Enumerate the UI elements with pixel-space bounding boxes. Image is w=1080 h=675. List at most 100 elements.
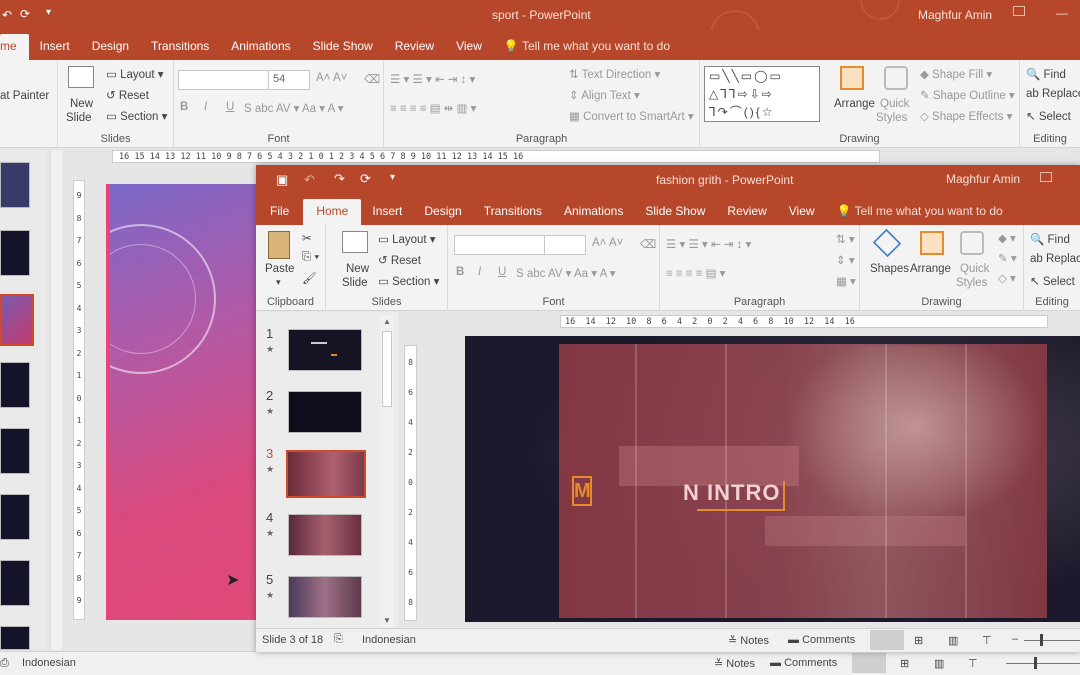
back-find-button[interactable]: 🔍 Find: [1026, 67, 1066, 81]
back-thumb-2[interactable]: [0, 230, 30, 276]
back-align-icons[interactable]: ≡ ≡ ≡ ≡ ▤ ⇹ ▥ ▾: [390, 101, 476, 115]
back-tab-review[interactable]: Review: [384, 34, 445, 60]
back-font-size-combo[interactable]: 54: [268, 70, 310, 90]
underline-icon[interactable]: U: [498, 266, 506, 278]
back-new-slide-label[interactable]: New: [70, 98, 93, 110]
format-painter-icon[interactable]: 🖌: [302, 271, 317, 285]
front-scrollbar-thumb[interactable]: [382, 331, 392, 407]
back-quick-styles-icon[interactable]: [884, 66, 908, 90]
scroll-down-icon[interactable]: ▼: [383, 616, 391, 625]
shape-outline-icon[interactable]: ✎ ▾: [998, 251, 1017, 265]
back-bold-icon[interactable]: B: [180, 101, 188, 113]
back-tab-animations[interactable]: Animations: [220, 34, 301, 60]
undo-icon[interactable]: ↶: [2, 8, 12, 22]
back-slide-canvas[interactable]: [106, 184, 256, 620]
layout-button[interactable]: ▭ Layout ▾: [378, 232, 436, 246]
back-tab-home[interactable]: me: [0, 34, 29, 60]
section-button[interactable]: ▭ Section ▾: [378, 274, 439, 288]
front-tab-transitions[interactable]: Transitions: [473, 199, 553, 225]
text-direction-icon[interactable]: ⇅ ▾: [836, 232, 855, 246]
front-tab-slideshow[interactable]: Slide Show: [634, 199, 716, 225]
back-zoom-slider[interactable]: [1006, 663, 1080, 664]
back-thumb-3[interactable]: [0, 294, 34, 346]
back-clear-format-icon[interactable]: ⌫: [364, 72, 380, 86]
back-notes-button[interactable]: ≚ Notes: [714, 657, 755, 670]
front-normal-view-button[interactable]: [870, 630, 904, 650]
slideshow-start-icon[interactable]: ⟳: [20, 7, 30, 21]
back-status-language[interactable]: Indonesian: [22, 657, 76, 669]
back-select-button[interactable]: ↖ Select: [1026, 109, 1071, 123]
front-slideshow-view-icon[interactable]: ⊤: [982, 634, 992, 647]
back-tab-insert[interactable]: Insert: [29, 34, 81, 60]
front-qat-more-icon[interactable]: ▾: [390, 172, 395, 183]
back-font-tools-icons[interactable]: S abc AV ▾ Aa ▾ A ▾: [244, 101, 344, 115]
back-tab-view[interactable]: View: [445, 34, 493, 60]
back-grow-font-icon[interactable]: A˄ A˅: [316, 72, 347, 84]
minimize-icon[interactable]: —: [1056, 6, 1068, 20]
bullets-icons[interactable]: ☰ ▾ ☰ ▾ ⇤ ⇥ ↕ ▾: [666, 237, 751, 251]
front-tab-file[interactable]: File: [256, 199, 303, 225]
back-slideshow-view-icon[interactable]: ⊤: [968, 657, 978, 670]
new-slide-label2[interactable]: Slide: [342, 277, 368, 289]
slide-canvas[interactable]: M N INTRO: [465, 336, 1080, 622]
back-zoom-thumb[interactable]: [1034, 657, 1037, 669]
new-slide-label[interactable]: New: [346, 263, 369, 275]
back-format-painter-label[interactable]: at Painter: [0, 90, 49, 102]
quick-styles-label2[interactable]: Styles: [956, 277, 987, 289]
back-shape-effects-button[interactable]: ◇ Shape Effects ▾: [920, 109, 1012, 123]
back-thumb-6[interactable]: [0, 494, 30, 540]
back-reading-view-icon[interactable]: ▥: [934, 657, 944, 670]
quick-styles-icon[interactable]: [960, 231, 984, 255]
copy-icon[interactable]: ⎘ ▾: [302, 251, 319, 264]
ribbon-display-icon[interactable]: [1013, 6, 1025, 16]
back-shape-fill-button[interactable]: ◆ Shape Fill ▾: [920, 67, 992, 81]
redo-icon[interactable]: ↷: [334, 171, 345, 187]
back-tab-transitions[interactable]: Transitions: [140, 34, 220, 60]
font-name-combo[interactable]: [454, 235, 546, 255]
back-thumb-8[interactable]: [0, 626, 30, 650]
back-new-slide-icon[interactable]: [68, 66, 94, 88]
align-icons[interactable]: ≡ ≡ ≡ ≡ ▤ ▾: [666, 266, 725, 280]
front-undo-icon[interactable]: ↶: [304, 172, 315, 188]
back-thumb-scrollbar[interactable]: [50, 150, 62, 650]
back-quick-styles-label2[interactable]: Styles: [876, 112, 907, 124]
back-font-name-combo[interactable]: [178, 70, 270, 90]
back-underline-icon[interactable]: U: [226, 101, 234, 113]
spell-check-icon[interactable]: ⎘: [334, 633, 343, 646]
back-accessibility-icon[interactable]: ⎙: [0, 657, 9, 670]
smartart-icon[interactable]: ▦ ▾: [836, 274, 856, 288]
back-new-slide-label2[interactable]: Slide: [66, 112, 92, 124]
paste-label[interactable]: Paste: [265, 263, 294, 275]
back-sorter-view-icon[interactable]: ⊞: [900, 657, 909, 670]
quick-styles-label[interactable]: Quick: [960, 263, 989, 275]
back-comments-button[interactable]: ▬ Comments: [770, 657, 837, 669]
back-convert-smartart-button[interactable]: ▦ Convert to SmartArt ▾: [569, 109, 694, 123]
front-tab-design[interactable]: Design: [413, 199, 472, 225]
thumb-slide-3[interactable]: [286, 450, 366, 498]
arrange-icon[interactable]: [920, 231, 944, 255]
back-quick-styles-label[interactable]: Quick: [880, 98, 909, 110]
thumb-slide-2[interactable]: [288, 391, 362, 433]
thumb-slide-1[interactable]: [288, 329, 362, 371]
front-thumb-scrollbar[interactable]: ▲ ▼: [380, 315, 394, 627]
shape-effects-icon[interactable]: ◇ ▾: [998, 271, 1016, 285]
back-arrange-icon[interactable]: [840, 66, 864, 90]
back-layout-button[interactable]: ▭ Layout ▾: [106, 67, 164, 81]
front-tab-animations[interactable]: Animations: [553, 199, 634, 225]
cut-icon[interactable]: ✂: [302, 231, 312, 245]
back-section-button[interactable]: ▭ Section ▾: [106, 109, 167, 123]
front-notes-button[interactable]: ≚ Notes: [728, 634, 769, 647]
front-reading-view-icon[interactable]: ▥: [948, 634, 958, 647]
front-ribbon-display-icon[interactable]: [1040, 172, 1052, 182]
back-shape-outline-button[interactable]: ✎ Shape Outline ▾: [920, 88, 1015, 102]
align-text-icon[interactable]: ⇕ ▾: [836, 253, 855, 267]
front-sorter-view-icon[interactable]: ⊞: [914, 634, 923, 647]
back-tell-me[interactable]: 💡 Tell me what you want to do: [493, 34, 681, 60]
back-replace-button[interactable]: ab Replace: [1026, 88, 1080, 100]
arrange-label[interactable]: Arrange: [910, 263, 951, 275]
zoom-out-icon[interactable]: –: [1012, 633, 1018, 645]
front-tab-view[interactable]: View: [778, 199, 826, 225]
replace-button[interactable]: ab Replac: [1030, 253, 1080, 265]
paste-dropdown-icon[interactable]: ▾: [276, 277, 281, 288]
qat-more-icon[interactable]: ▾: [46, 7, 51, 18]
